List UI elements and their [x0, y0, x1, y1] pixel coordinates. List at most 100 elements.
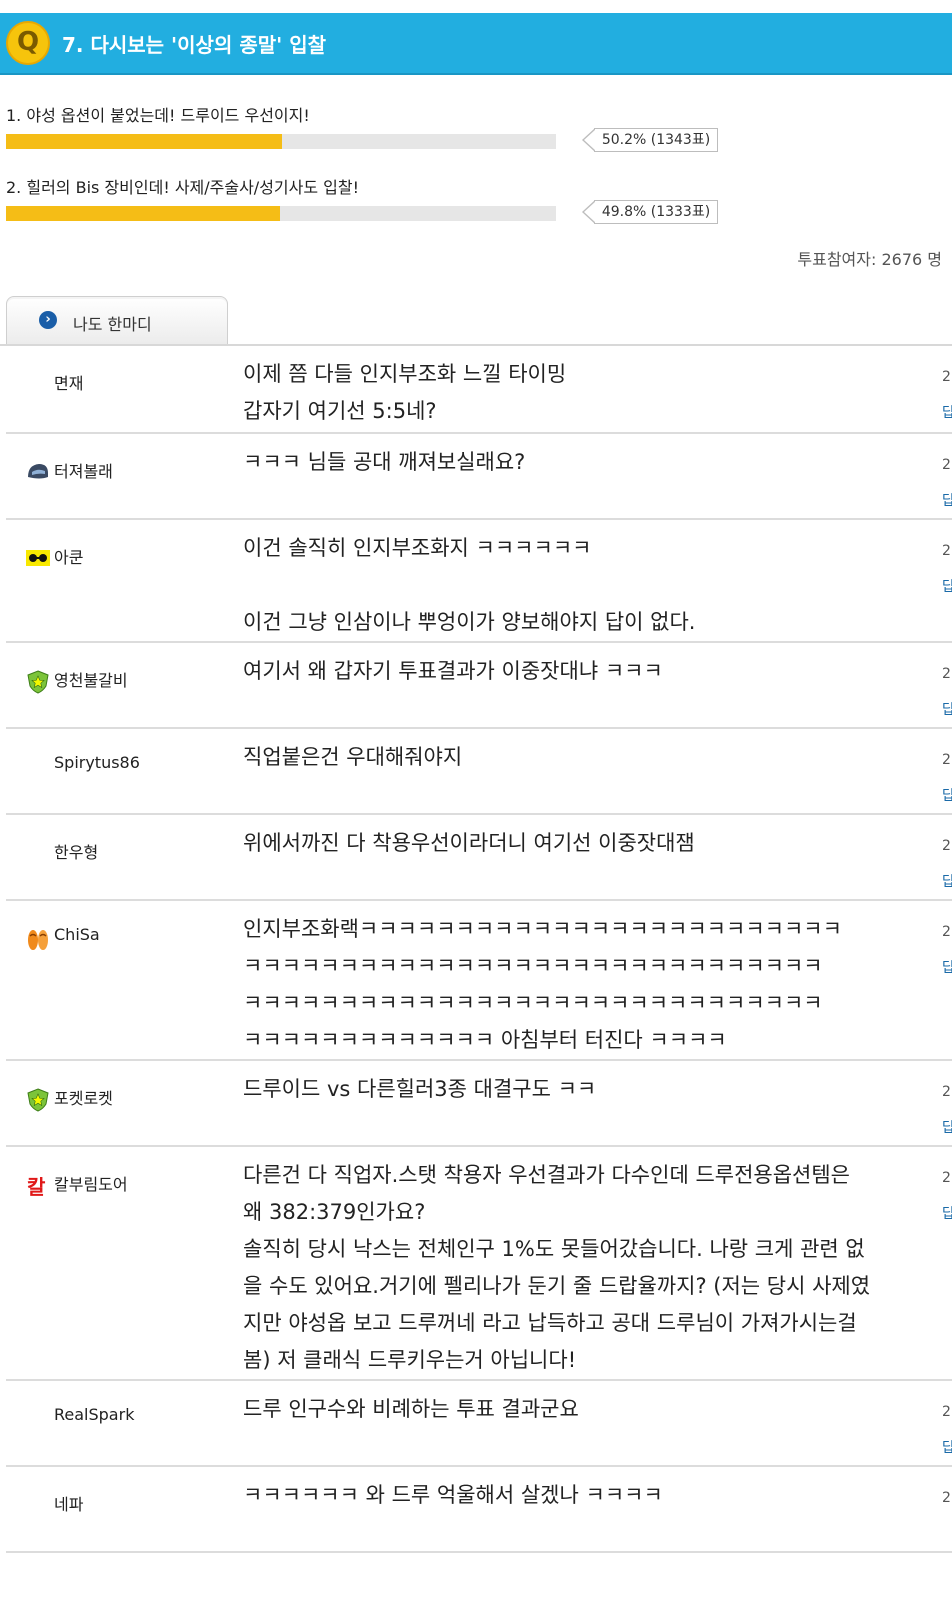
comment-line: 여기서 왜 갑자기 투표결과가 이중잣대냐 ㅋㅋㅋ: [243, 659, 663, 683]
goggles-icon: [26, 547, 50, 569]
svg-text:칼: 칼: [27, 1175, 46, 1198]
poll-total-voters: 투표참여자: 2676 명: [797, 250, 942, 269]
comment-line: [243, 567, 922, 604]
comment-date: 2: [942, 838, 951, 854]
comment-line: ㅋㅋㅋㅋㅋㅋㅋㅋㅋㅋㅋㅋㅋㅋㅋㅋㅋㅋㅋㅋㅋㅋㅋㅋㅋㅋㅋㅋㅋㅋ: [243, 991, 823, 1015]
poll-option-1-bar: [6, 134, 556, 149]
star-shield-icon: [26, 1088, 49, 1112]
tab-comments[interactable]: › 나도 한마디: [6, 296, 228, 344]
comment-list: 면재 이제 쯤 다들 인지부조화 느낄 타이밍 갑자기 여기선 5:5네? 2 답 터져볼…: [6, 346, 952, 1553]
comment-line: 이건 그냥 인삼이나 뿌엉이가 양보해야지 답이 없다.: [243, 610, 696, 634]
reply-link[interactable]: 답: [942, 1196, 952, 1232]
reply-link[interactable]: 답: [942, 692, 952, 728]
kal-icon: 칼: [26, 1174, 48, 1199]
comment-text: 드루 인구수와 비례하는 투표 결과군요: [243, 1381, 922, 1428]
comment-username[interactable]: 아쿤: [54, 544, 83, 568]
comment-username[interactable]: 칼부림도어: [54, 1171, 128, 1195]
comment-date: 2: [942, 1170, 951, 1186]
comment-text: 인지부조화랙ㅋㅋㅋㅋㅋㅋㅋㅋㅋㅋㅋㅋㅋㅋㅋㅋㅋㅋㅋㅋㅋㅋㅋㅋㅋ ㅋㅋㅋㅋㅋㅋㅋㅋㅋ…: [243, 901, 922, 1059]
comment-line: ㅋㅋㅋ 님들 공대 깨져보실래요?: [243, 450, 526, 474]
comment-date: 2: [942, 924, 951, 940]
reply-link[interactable]: 답: [942, 1430, 952, 1466]
comment-text: 여기서 왜 갑자기 투표결과가 이중잣대냐 ㅋㅋㅋ: [243, 643, 922, 690]
comment-date: 2: [942, 1404, 951, 1420]
comment-date: 2: [942, 369, 951, 385]
comment-line: 왜 382:379인가요?: [243, 1200, 426, 1224]
reply-link[interactable]: 답: [942, 950, 952, 986]
comment-text: 다른건 다 직업자.스탯 착용자 우선결과가 다수인데 드루전용옵션템은왜 38…: [243, 1147, 922, 1379]
comment-username[interactable]: 영천불갈비: [54, 667, 128, 691]
comment-line: 솔직히 당시 낙스는 전체인구 1%도 못들어갔습니다. 나랑 크게 관련 없: [243, 1237, 865, 1261]
sandals-icon: [26, 928, 48, 950]
reply-link[interactable]: 답: [942, 569, 952, 605]
comment-text: ㅋㅋㅋㅋㅋㅋ 와 드루 억울해서 살겠나 ㅋㅋㅋㅋ: [243, 1467, 922, 1514]
poll-header: Q 7. 다시보는 '이상의 종말' 입찰: [0, 13, 952, 75]
comment-username[interactable]: 터져볼래: [54, 458, 113, 482]
comment-username[interactable]: 네파: [54, 1491, 83, 1515]
comment-line: ㅋㅋㅋㅋㅋㅋ 와 드루 억울해서 살겠나 ㅋㅋㅋㅋ: [243, 1483, 663, 1507]
poll-option-1-result: 50.2% (1343표): [582, 128, 718, 152]
comment-line: 드루이드 vs 다른힐러3종 대결구도 ㅋㅋ: [243, 1077, 597, 1101]
comment-meta: 2답: [942, 359, 952, 431]
comment-line: 지만 야성옵 보고 드루꺼네 라고 납득하고 공대 드루님이 가져가시는걸: [243, 1311, 857, 1335]
comment-meta: 2답: [942, 1160, 952, 1232]
poll-option-2-result: 49.8% (1333표): [582, 200, 718, 224]
q-badge-icon: Q: [6, 21, 50, 65]
comment-row: Spirytus86 직업붙은건 우대해줘야지 2 답: [6, 729, 952, 815]
poll-question: 7. 다시보는 '이상의 종말' 입찰: [62, 33, 327, 57]
comment-line: 직업붙은건 우대해줘야지: [243, 745, 463, 769]
poll-option-2-label[interactable]: 2. 힐러의 Bis 장비인데! 사제/주술사/성기사도 입찰!: [6, 174, 359, 198]
comment-line: 을 수도 있어요.거기에 펠리나가 둔기 줄 드랍율까지? (저는 당시 사제였: [243, 1274, 871, 1298]
comment-meta: 2답: [942, 914, 952, 986]
reply-link[interactable]: 답: [942, 1110, 952, 1146]
helmet-icon: [26, 461, 48, 483]
comment-row: 아쿤 이건 솔직히 인지부조화지 ㅋㅋㅋㅋㅋㅋ 이건 그냥 인삼이나 뿌엉이가 양…: [6, 520, 952, 643]
comment-line: 인지부조화랙ㅋㅋㅋㅋㅋㅋㅋㅋㅋㅋㅋㅋㅋㅋㅋㅋㅋㅋㅋㅋㅋㅋㅋㅋㅋ: [243, 917, 842, 941]
comment-row: 영천불갈비 여기서 왜 갑자기 투표결과가 이중잣대냐 ㅋㅋㅋ 2 답: [6, 643, 952, 729]
comment-row: 포켓로켓 드루이드 vs 다른힐러3종 대결구도 ㅋㅋ 2 답: [6, 1061, 952, 1147]
reply-link[interactable]: 답: [942, 395, 952, 431]
comment-line: ㅋㅋㅋㅋㅋㅋㅋㅋㅋㅋㅋㅋㅋ 아침부터 터진다 ㅋㅋㅋㅋ: [243, 1028, 727, 1052]
comment-text: 이건 솔직히 인지부조화지 ㅋㅋㅋㅋㅋㅋ 이건 그냥 인삼이나 뿌엉이가 양보해…: [243, 520, 922, 641]
comment-username[interactable]: RealSpark: [54, 1405, 134, 1424]
comment-text: 직업붙은건 우대해줘야지: [243, 729, 922, 776]
comment-date: 2: [942, 666, 951, 682]
comment-line: 드루 인구수와 비례하는 투표 결과군요: [243, 1397, 579, 1421]
reply-link[interactable]: 답: [942, 778, 952, 814]
comment-meta: 2: [942, 1480, 952, 1516]
comment-row: RealSpark 드루 인구수와 비례하는 투표 결과군요 2 답: [6, 1381, 952, 1467]
comment-meta: 2답: [942, 533, 952, 605]
reply-link[interactable]: 답: [942, 864, 952, 900]
comment-meta: 2답: [942, 1074, 952, 1146]
comment-line: 봄) 저 클래식 드루키우는거 아닙니다!: [243, 1348, 577, 1372]
comment-text: 위에서까진 다 착용우선이라더니 여기선 이중잣대잼: [243, 815, 922, 862]
comment-line: 이건 솔직히 인지부조화지 ㅋㅋㅋㅋㅋㅋ: [243, 536, 592, 560]
comment-username[interactable]: 면재: [54, 370, 83, 394]
tab-comments-label: 나도 한마디: [73, 315, 152, 334]
comment-date: 2: [942, 543, 951, 559]
poll-option-1-label[interactable]: 1. 야성 옵션이 붙었는데! 드루이드 우선이지!: [6, 102, 310, 126]
comment-meta: 2답: [942, 447, 952, 519]
poll-option-1-bar-fill: [6, 134, 283, 149]
comment-meta: 2답: [942, 656, 952, 728]
comment-username[interactable]: 한우형: [54, 839, 98, 863]
comment-username[interactable]: ChiSa: [54, 925, 100, 944]
comment-text: 드루이드 vs 다른힐러3종 대결구도 ㅋㅋ: [243, 1061, 922, 1108]
star-shield-icon: [26, 670, 49, 694]
comment-line: 다른건 다 직업자.스탯 착용자 우선결과가 다수인데 드루전용옵션템은: [243, 1163, 851, 1187]
comment-date: 2: [942, 1084, 951, 1100]
chevron-right-circle-icon: ›: [39, 311, 57, 329]
poll-option-2-bar-fill: [6, 206, 280, 221]
comment-username[interactable]: Spirytus86: [54, 753, 140, 772]
comment-text: ㅋㅋㅋ 님들 공대 깨져보실래요?: [243, 434, 922, 481]
comment-row: ChiSa 인지부조화랙ㅋㅋㅋㅋㅋㅋㅋㅋㅋㅋㅋㅋㅋㅋㅋㅋㅋㅋㅋㅋㅋㅋㅋㅋㅋ ㅋㅋㅋㅋ…: [6, 901, 952, 1061]
reply-link[interactable]: 답: [942, 483, 952, 519]
comment-date: 2: [942, 1490, 951, 1506]
comment-line: 이제 쯤 다들 인지부조화 느낄 타이밍: [243, 362, 567, 386]
comment-row: 네파 ㅋㅋㅋㅋㅋㅋ 와 드루 억울해서 살겠나 ㅋㅋㅋㅋ 2: [6, 1467, 952, 1553]
comment-username[interactable]: 포켓로켓: [54, 1085, 113, 1109]
comment-text: 이제 쯤 다들 인지부조화 느낄 타이밍 갑자기 여기선 5:5네?: [243, 346, 922, 430]
comment-date: 2: [942, 752, 951, 768]
comment-row: 면재 이제 쯤 다들 인지부조화 느낄 타이밍 갑자기 여기선 5:5네? 2 답: [6, 346, 952, 434]
comment-row: 터져볼래 ㅋㅋㅋ 님들 공대 깨져보실래요? 2 답: [6, 434, 952, 520]
